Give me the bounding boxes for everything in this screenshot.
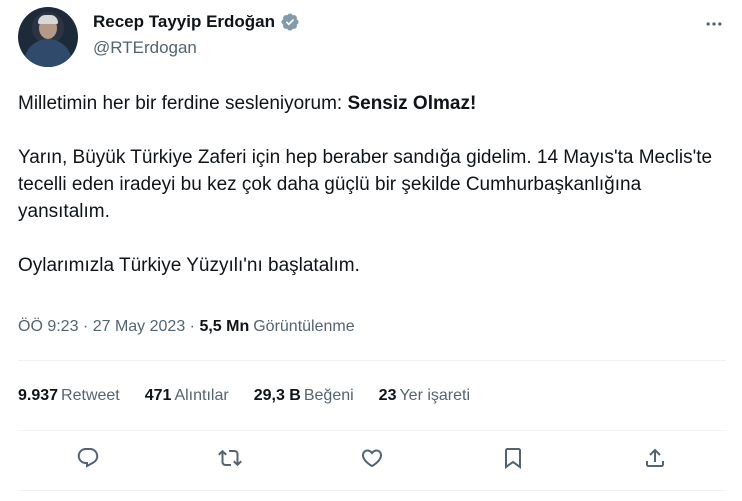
author-row: Recep Tayyip Erdoğan [93, 12, 300, 32]
retweet-icon [218, 449, 242, 467]
avatar-hair [38, 15, 58, 24]
author-name[interactable]: Recep Tayyip Erdoğan [93, 12, 275, 32]
tweet-line1-text: Milletimin her bir ferdine sesleniyorum: [18, 93, 348, 114]
tweet-paragraph-2: Yarın, Büyük Türkiye Zaferi için hep ber… [18, 147, 713, 222]
retweet-button[interactable] [216, 444, 244, 472]
author-handle[interactable]: @RTErdogan [93, 38, 197, 58]
divider-bottom [18, 490, 726, 491]
stat-quotes-label: Alıntılar [174, 387, 229, 404]
tweet-time[interactable]: ÖÖ 9:23 [18, 318, 78, 336]
more-dots-icon [706, 22, 722, 26]
share-button[interactable] [641, 444, 669, 472]
stat-likes[interactable]: 29,3 B Beğeni [254, 387, 354, 405]
avatar[interactable] [18, 7, 78, 67]
like-icon [361, 449, 383, 468]
tweet-paragraph-3: Oylarımızla Türkiye Yüzyılı'nı başlatalı… [18, 255, 360, 276]
tweet-text: Milletimin her bir ferdine sesleniyorum:… [18, 90, 718, 306]
stat-bookmarks-count: 23 [378, 387, 397, 404]
bookmark-button[interactable] [499, 444, 527, 472]
avatar-shoulders [24, 39, 72, 67]
tweet-line1-bold: Sensiz Olmaz! [347, 93, 477, 114]
reply-button[interactable] [74, 444, 102, 472]
share-icon [646, 448, 664, 467]
stat-quotes[interactable]: 471 Alıntılar [145, 387, 229, 405]
tweet-date[interactable]: 27 May 2023 [93, 318, 186, 336]
stat-likes-count: 29,3 B [253, 387, 301, 404]
stat-retweets[interactable]: 9.937 Retweet [18, 387, 120, 405]
bookmark-icon [505, 448, 521, 469]
views-count: 5,5 Mn [199, 318, 250, 335]
meta-separator: · [78, 318, 93, 335]
stat-bookmarks-label: Yer işareti [399, 387, 471, 404]
divider-middle [18, 430, 726, 431]
verified-badge-icon[interactable] [280, 12, 300, 32]
stat-bookmarks[interactable]: 23 Yer işareti [379, 387, 470, 405]
more-options-button[interactable] [700, 10, 728, 38]
action-bar [0, 440, 742, 478]
tweet-stats: 9.937 Retweet 471 Alıntılar 29,3 B Beğeni 2… [18, 387, 495, 405]
tweet-meta: ÖÖ 9:23 · 27 May 2023 · 5,5 Mn Görüntüle… [18, 318, 355, 336]
meta-separator-2: · [185, 318, 200, 335]
stat-quotes-count: 471 [144, 387, 172, 404]
divider-top [18, 360, 726, 361]
like-button[interactable] [358, 444, 386, 472]
reply-icon [77, 448, 99, 468]
tweet-paragraph-1: Milletimin her bir ferdine sesleniyorum:… [18, 90, 718, 117]
stat-retweets-label: Retweet [61, 387, 120, 404]
views-label: Görüntülenme [253, 318, 355, 335]
stat-retweets-count: 9.937 [18, 387, 59, 404]
stat-likes-label: Beğeni [303, 387, 354, 404]
